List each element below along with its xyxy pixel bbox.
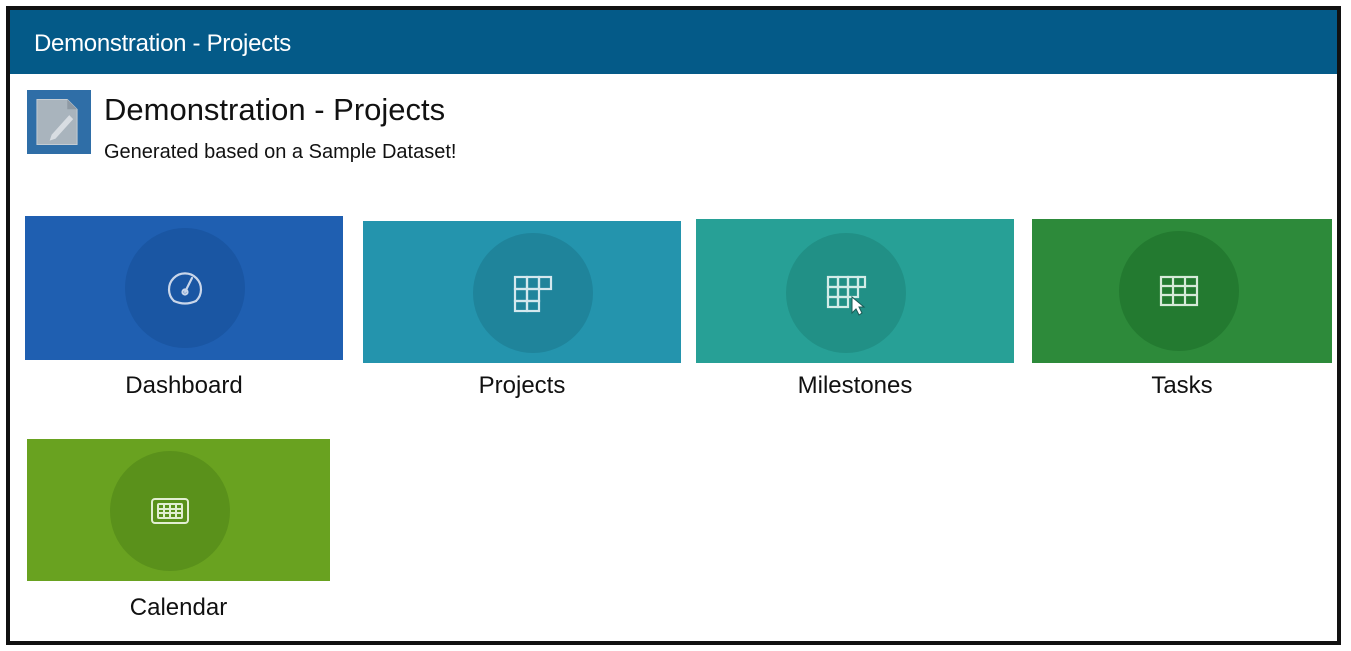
tile-tasks[interactable]: Tasks [1032,219,1332,416]
grid-icon [513,275,553,313]
tile-icon-circle [125,228,245,348]
tile-milestones[interactable]: Milestones [696,219,1014,416]
speedometer-icon [167,272,203,305]
tile-calendar[interactable]: Calendar [27,439,330,639]
tile-card[interactable] [1032,219,1332,363]
tile-label[interactable]: Calendar [27,594,330,622]
table-icon [1159,275,1199,307]
tile-card[interactable] [27,439,330,581]
calendar-icon [151,498,189,524]
window-titlebar: Demonstration - Projects [10,10,1337,74]
document-edit-icon [27,90,91,154]
tile-dashboard[interactable]: Dashboard [25,216,343,416]
app-window: Demonstration - Projects Demonstration -… [6,6,1341,645]
tile-label[interactable]: Milestones [696,372,1014,400]
tile-icon-circle [110,451,230,571]
tile-label[interactable]: Tasks [1032,372,1332,400]
tile-projects[interactable]: Projects [363,221,681,416]
tile-card[interactable] [25,216,343,360]
tile-label[interactable]: Dashboard [25,372,343,400]
page-subtitle: Generated based on a Sample Dataset! [104,141,457,163]
grid-cursor-icon [826,275,867,316]
tile-icon-circle [473,233,593,353]
tile-icon-circle [786,233,906,353]
tile-card[interactable] [363,221,681,363]
tile-icon-circle [1119,231,1239,351]
tile-label[interactable]: Projects [363,372,681,400]
window-title: Demonstration - Projects [34,30,291,57]
tile-card[interactable] [696,219,1014,363]
page-title: Demonstration - Projects [104,92,446,127]
